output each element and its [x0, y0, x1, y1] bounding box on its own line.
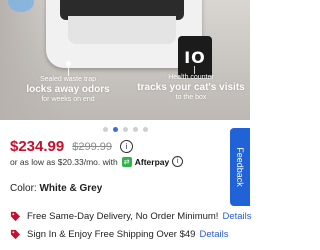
callout-left-top: Sealed waste trap	[39, 76, 97, 83]
feedback-tab[interactable]: Feedback	[230, 128, 250, 206]
callout-right-top: Health counter	[168, 74, 214, 81]
litter-box-opening	[68, 16, 176, 44]
original-price: $299.99	[72, 140, 112, 153]
current-price: $234.99	[10, 138, 65, 155]
carousel-dot-active[interactable]	[113, 127, 118, 132]
shipping-offer-row: Sign In & Enjoy Free Shipping Over $49 D…	[10, 229, 229, 240]
tag-icon	[10, 229, 21, 240]
afterpay-logo-icon: ⇄	[121, 156, 132, 167]
shipping-offer-text: Free Same-Day Delivery, No Order Minimum…	[27, 211, 219, 222]
color-label: Color:	[10, 183, 37, 194]
afterpay-brand: Afterpay	[134, 156, 170, 167]
callout-left: Sealed waste trap locks away odors for w…	[22, 76, 114, 104]
shipping-details-link[interactable]: Details	[199, 229, 228, 240]
panel-label: IO	[184, 47, 206, 67]
carousel-dot[interactable]	[143, 127, 148, 132]
afterpay-info-icon[interactable]: i	[172, 156, 184, 167]
carousel-dot[interactable]	[103, 127, 108, 132]
callout-left-bottom: for weeks on end	[41, 95, 95, 103]
tag-icon	[10, 211, 21, 222]
health-counter-panel: IO	[178, 36, 212, 78]
price-row: $234.99 $299.99 i	[10, 138, 133, 155]
callout-line-right	[194, 66, 195, 74]
carousel-dot[interactable]	[123, 127, 128, 132]
callout-right: Health counter tracks your cat's visits …	[136, 74, 246, 102]
afterpay-text: or as low as $20.33/mo. with	[10, 156, 118, 167]
shipping-offer-text: Sign In & Enjoy Free Shipping Over $49	[27, 229, 196, 240]
price-info-icon[interactable]: i	[120, 140, 133, 153]
carousel-dot[interactable]	[133, 127, 138, 132]
callout-right-bottom: to the box	[175, 93, 207, 101]
afterpay-row: or as low as $20.33/mo. with ⇄ Afterpay …	[10, 156, 184, 167]
color-selection: Color: White & Grey	[10, 183, 102, 194]
callout-right-headline: tracks your cat's visits	[137, 82, 245, 94]
callout-left-headline: locks away odors	[26, 84, 110, 96]
feedback-label: Feedback	[235, 147, 245, 187]
carousel-dots[interactable]	[103, 127, 148, 132]
shipping-offer-row: Free Same-Day Delivery, No Order Minimum…	[10, 211, 252, 222]
color-value: White & Grey	[39, 183, 103, 194]
callout-dot-left	[66, 61, 71, 66]
product-image[interactable]: IO Sealed waste trap locks away odors fo…	[0, 0, 250, 120]
shipping-details-link[interactable]: Details	[222, 211, 251, 222]
